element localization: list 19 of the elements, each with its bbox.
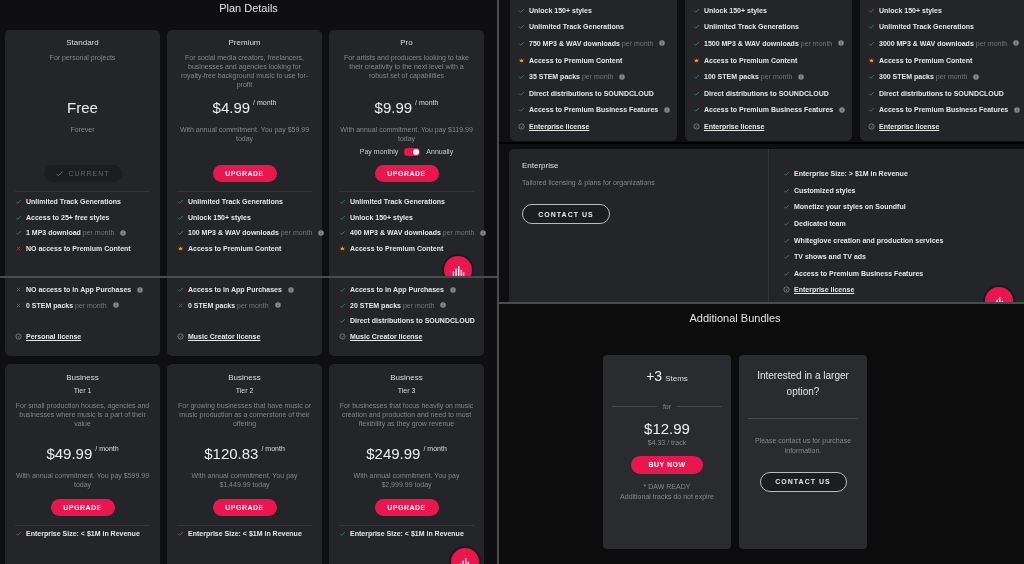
plan-price: $49.99 [46,445,93,463]
plan-name: Business [65,373,100,383]
plan-price: $249.99 [366,445,421,463]
plan-name: Business [227,373,262,383]
bundle-price: $12.99 [644,419,690,438]
plan-price: $9.99 [374,99,413,117]
card-title: Interested in a larger option? [756,368,850,399]
plan-price: $120.83 [204,445,259,463]
section-title: Plan Details [218,1,279,16]
section-title: Additional Bundles [688,311,782,325]
plan-name: Premium [227,38,262,48]
bundle-unit: Stems [665,373,688,383]
plan-name: Enterprise [522,161,560,172]
plan-price: $4.99 [212,99,251,117]
plan-name: Pro [399,38,414,48]
bundle-amount: +3 [646,367,663,384]
plan-name: Business [389,373,424,383]
plan-name: Standard [65,38,100,48]
plan-price: Free [67,99,98,117]
